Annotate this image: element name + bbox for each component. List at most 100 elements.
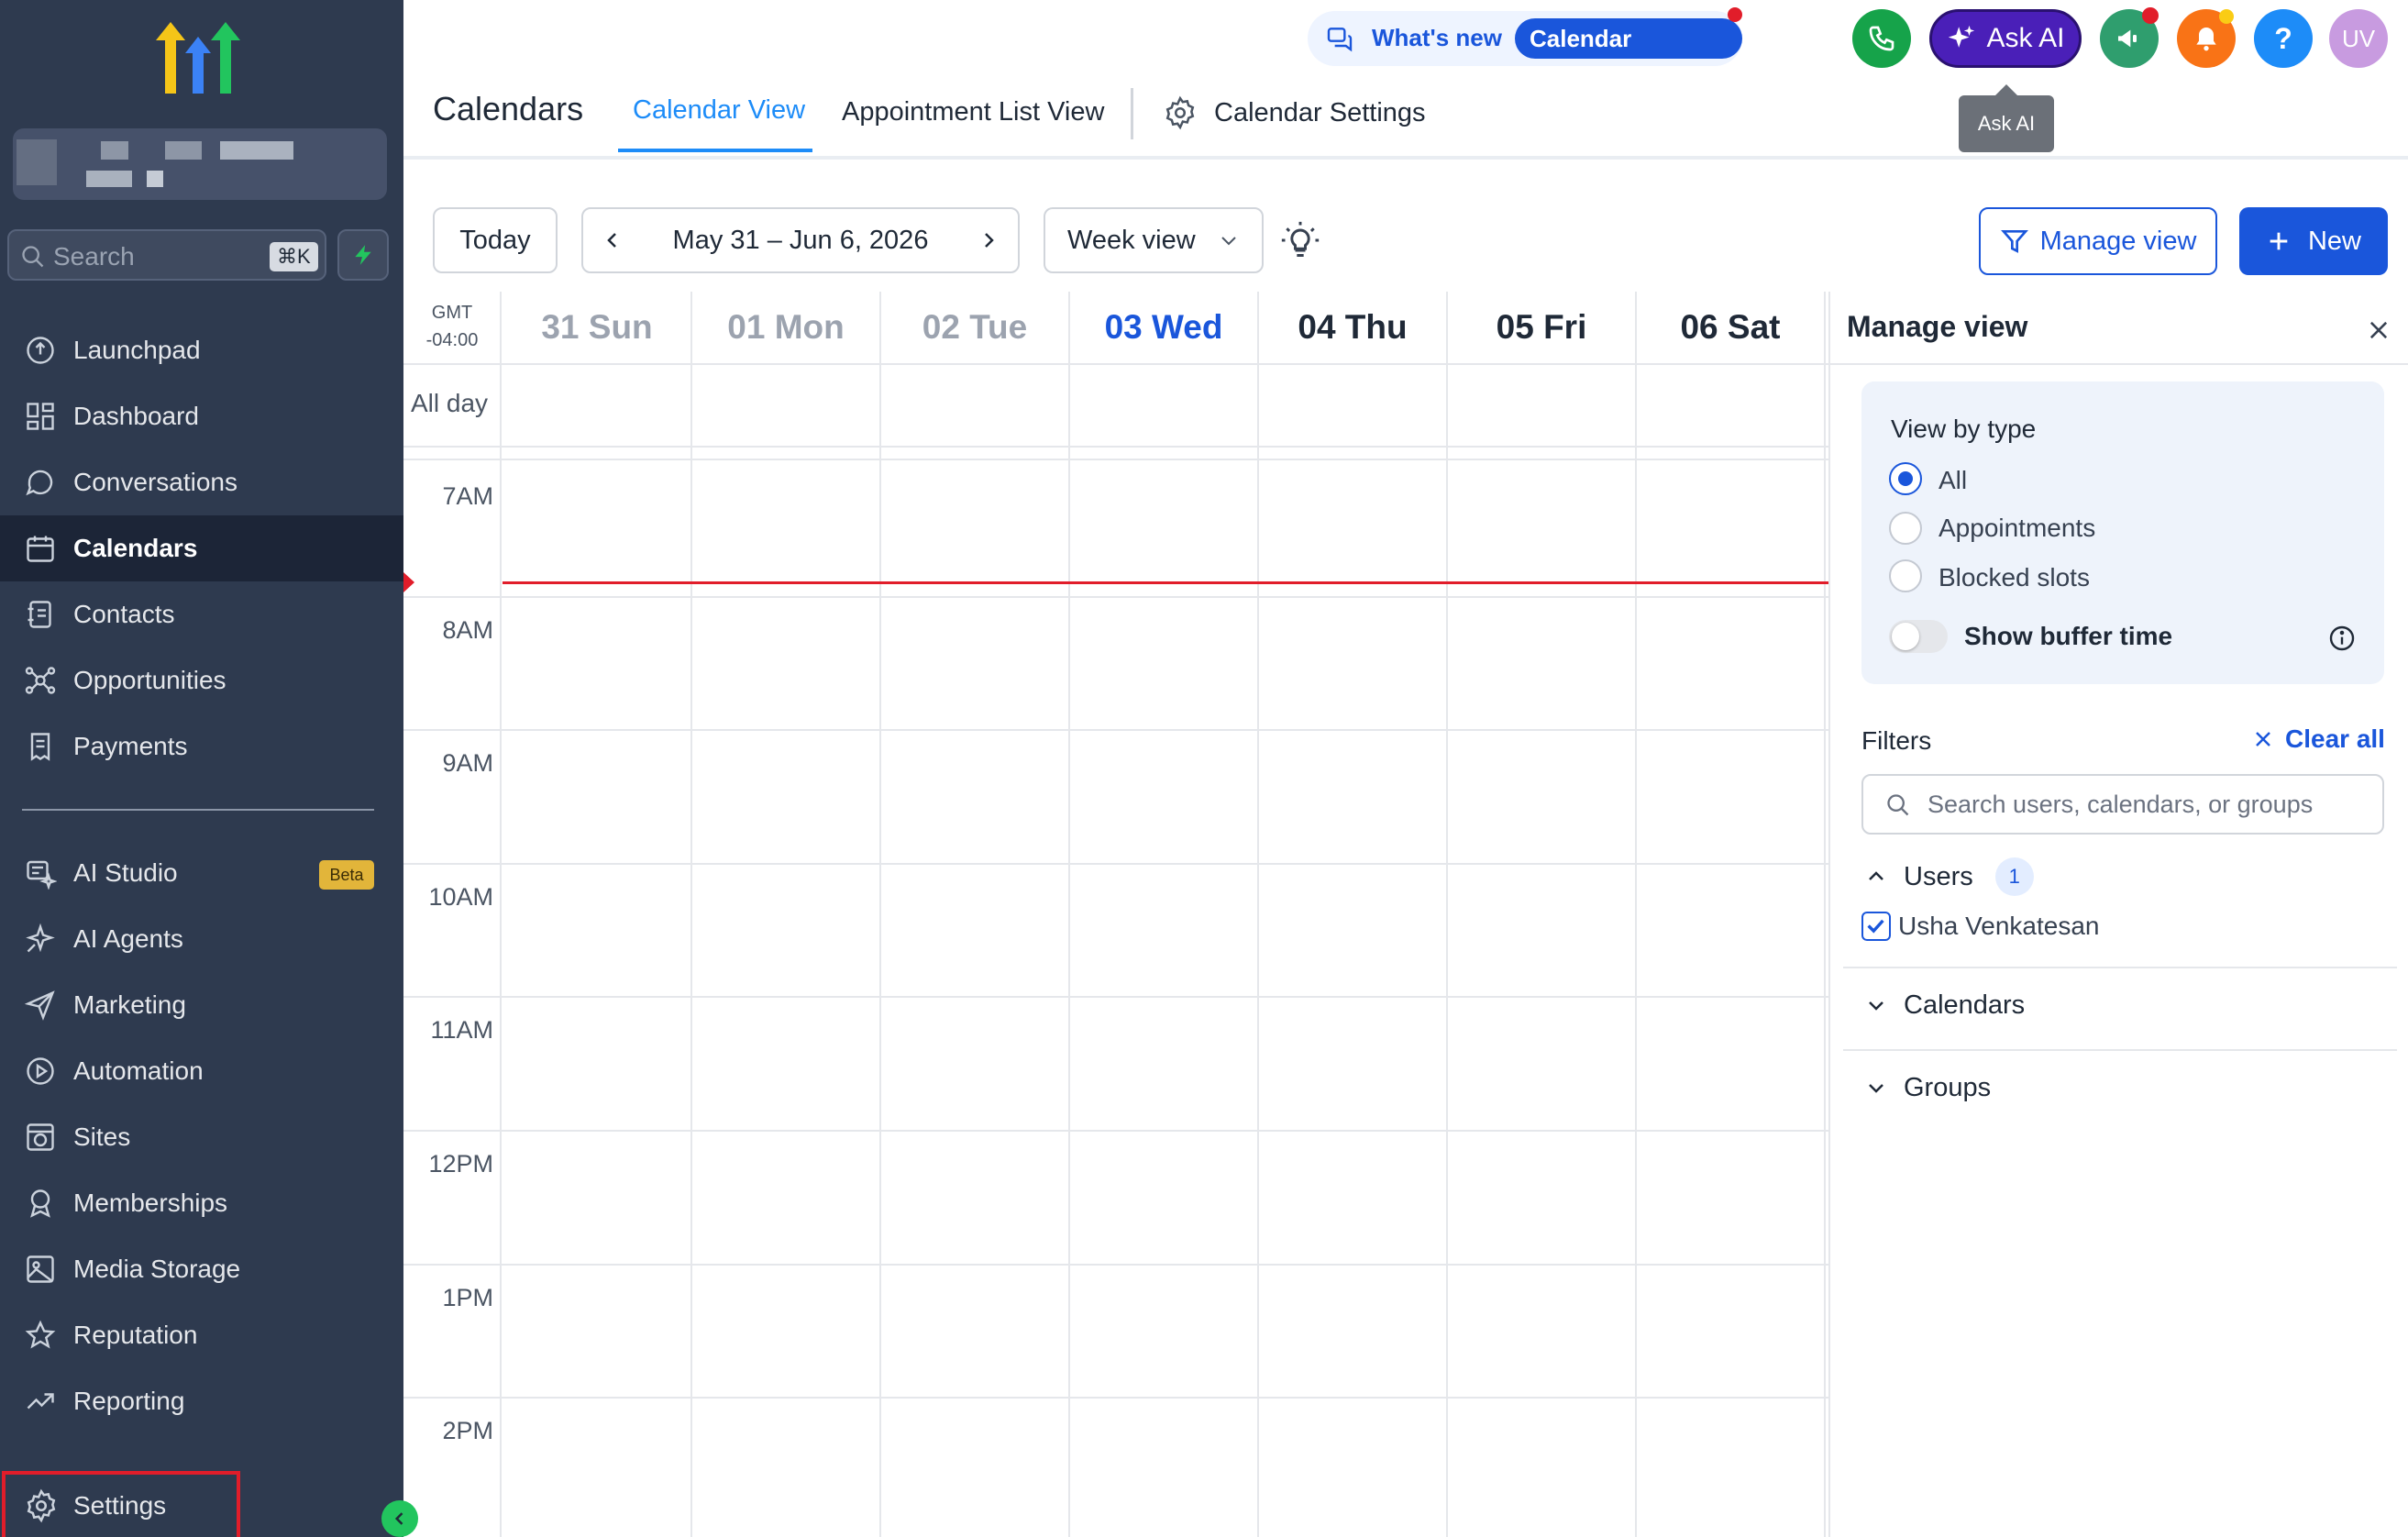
chevron-left-icon[interactable] (602, 229, 624, 251)
radio-blocked-slots[interactable] (1889, 559, 1922, 592)
day-header[interactable]: 05 Fri (1447, 292, 1636, 363)
close-icon[interactable] (2366, 317, 2391, 343)
sidebar-item-label: Marketing (73, 990, 186, 1019)
sidebar-item-dashboard[interactable]: Dashboard (0, 383, 403, 449)
tab-appointment-list-view[interactable]: Appointment List View (842, 97, 1104, 127)
help-button[interactable]: ? (2254, 9, 2313, 68)
user-name: Usha Venkatesan (1898, 912, 2100, 940)
sidebar-divider (22, 809, 374, 811)
hour-label: 10AM (428, 882, 493, 911)
image-icon (22, 1251, 59, 1288)
calendar-settings-label: Calendar Settings (1214, 97, 1426, 127)
sidebar-item-label: AI Agents (73, 924, 183, 953)
sidebar-item-calendars[interactable]: Calendars (0, 515, 403, 581)
buffer-time-toggle[interactable] (1889, 620, 1948, 653)
sidebar-item-automation[interactable]: Automation (0, 1038, 403, 1104)
avatar[interactable]: UV (2329, 9, 2388, 68)
chevron-left-icon (394, 1512, 403, 1525)
calendar-updates-badge[interactable]: Calendar Updates (1515, 18, 1742, 93)
users-section-header[interactable]: Users 1 (1861, 853, 2384, 901)
option-appointments-label: Appointments (1939, 514, 2096, 542)
sidebar-item-marketing[interactable]: Marketing (0, 972, 403, 1038)
launchpad-icon (22, 332, 59, 369)
panel-header-divider (1830, 363, 2408, 365)
hour-label: 9AM (442, 749, 493, 778)
day-header[interactable]: 02 Tue (880, 292, 1069, 363)
user-checkbox[interactable] (1861, 912, 1891, 941)
settings-label: Settings (73, 1491, 167, 1520)
calendars-section-header[interactable]: Calendars (1861, 981, 2384, 1029)
grid-row-line (403, 729, 1828, 732)
help-label: ? (2274, 21, 2292, 55)
search-placeholder: Search (53, 242, 135, 271)
chevron-right-icon[interactable] (978, 229, 1000, 251)
view-select[interactable]: Week view (1044, 207, 1264, 273)
timezone-offset: -04:00 (425, 330, 479, 350)
sidebar-item-reporting[interactable]: Reporting (0, 1368, 403, 1434)
clear-all-button[interactable]: Clear all (2252, 724, 2385, 754)
clear-all-label: Clear all (2285, 724, 2385, 753)
sidebar-item-contacts[interactable]: Contacts (0, 581, 403, 647)
radio-all[interactable] (1889, 462, 1922, 495)
tab-calendar-settings[interactable]: Calendar Settings (1163, 95, 1426, 130)
sidebar-item-launchpad[interactable]: Launchpad (0, 317, 403, 383)
hour-label: 2PM (442, 1417, 493, 1445)
hour-label: 8AM (442, 615, 493, 644)
new-button[interactable]: New (2239, 207, 2388, 275)
whats-new-label: What's new (1372, 24, 1502, 51)
search-icon (22, 246, 44, 268)
today-button[interactable]: Today (433, 207, 558, 273)
date-range-navigator: May 31 – Jun 6, 2026 (581, 207, 1020, 273)
gear-icon (1165, 95, 1195, 130)
info-icon[interactable] (2327, 624, 2357, 653)
sidebar-item-memberships[interactable]: Memberships (0, 1170, 403, 1236)
notifications-button[interactable] (2177, 9, 2236, 68)
sidebar-item-sites[interactable]: Sites (0, 1104, 403, 1170)
day-header[interactable]: 01 Mon (691, 292, 880, 363)
tab-calendar-view[interactable]: Calendar View (633, 95, 805, 126)
buffer-time-label: Show buffer time (1964, 622, 2173, 650)
whats-new-pill[interactable]: What's new Calendar Updates (1308, 7, 1742, 93)
day-header[interactable]: 03 Wed (1069, 292, 1258, 363)
close-icon (2256, 732, 2270, 746)
sidebar-item-media-storage[interactable]: Media Storage (0, 1236, 403, 1302)
grid-column-line (1068, 292, 1070, 1537)
groups-section-header[interactable]: Groups (1861, 1064, 2384, 1111)
filters-search-input[interactable]: Search users, calendars, or groups (1861, 774, 2384, 835)
award-icon (22, 1185, 59, 1222)
grid-row-line (403, 862, 1828, 865)
day-header[interactable]: 31 Sun (503, 292, 691, 363)
beta-badge: Beta (319, 860, 374, 890)
sidebar-item-settings[interactable]: Settings (2, 1471, 240, 1537)
filter-icon (2000, 230, 2028, 253)
sparkle-icon (22, 921, 59, 957)
announcements-button[interactable] (2100, 7, 2159, 68)
sidebar-item-label: Launchpad (73, 336, 201, 364)
phone-button[interactable] (1852, 9, 1911, 68)
ask-ai-button[interactable]: Ask AI (1929, 9, 2082, 68)
sidebar-item-payments[interactable]: Payments (0, 713, 403, 780)
sidebar-search[interactable]: Search ⌘K (7, 229, 326, 281)
grid-column-line (690, 292, 692, 1537)
sidebar-item-reputation[interactable]: Reputation (0, 1302, 403, 1368)
grid-column-line (1257, 292, 1259, 1537)
collapse-sidebar-button[interactable] (381, 1500, 418, 1537)
sidebar-item-ai-agents[interactable]: AI Agents (0, 906, 403, 972)
manage-view-label: Manage view (2039, 226, 2197, 256)
search-shortcut-badge: ⌘K (270, 242, 318, 271)
manage-view-panel: Manage view View by type All Appointment… (1828, 292, 2408, 1537)
grid-column-line (879, 292, 881, 1537)
account-switcher[interactable] (13, 128, 387, 200)
lightbulb-button[interactable] (1280, 220, 1324, 264)
manage-view-button[interactable]: Manage view (1979, 207, 2217, 275)
active-tab-indicator (618, 149, 812, 152)
sidebar-item-conversations[interactable]: Conversations (0, 449, 403, 515)
day-header[interactable]: 04 Thu (1258, 292, 1447, 363)
quick-action-button[interactable] (337, 229, 389, 281)
radio-appointments[interactable] (1889, 512, 1922, 545)
day-header[interactable]: 06 Sat (1636, 292, 1825, 363)
contacts-book-icon (22, 596, 59, 633)
hour-label: 1PM (442, 1283, 493, 1311)
sidebar: Search ⌘K Launchpad Dashboard Conversation… (0, 0, 418, 1537)
sidebar-item-opportunities[interactable]: Opportunities (0, 647, 403, 713)
